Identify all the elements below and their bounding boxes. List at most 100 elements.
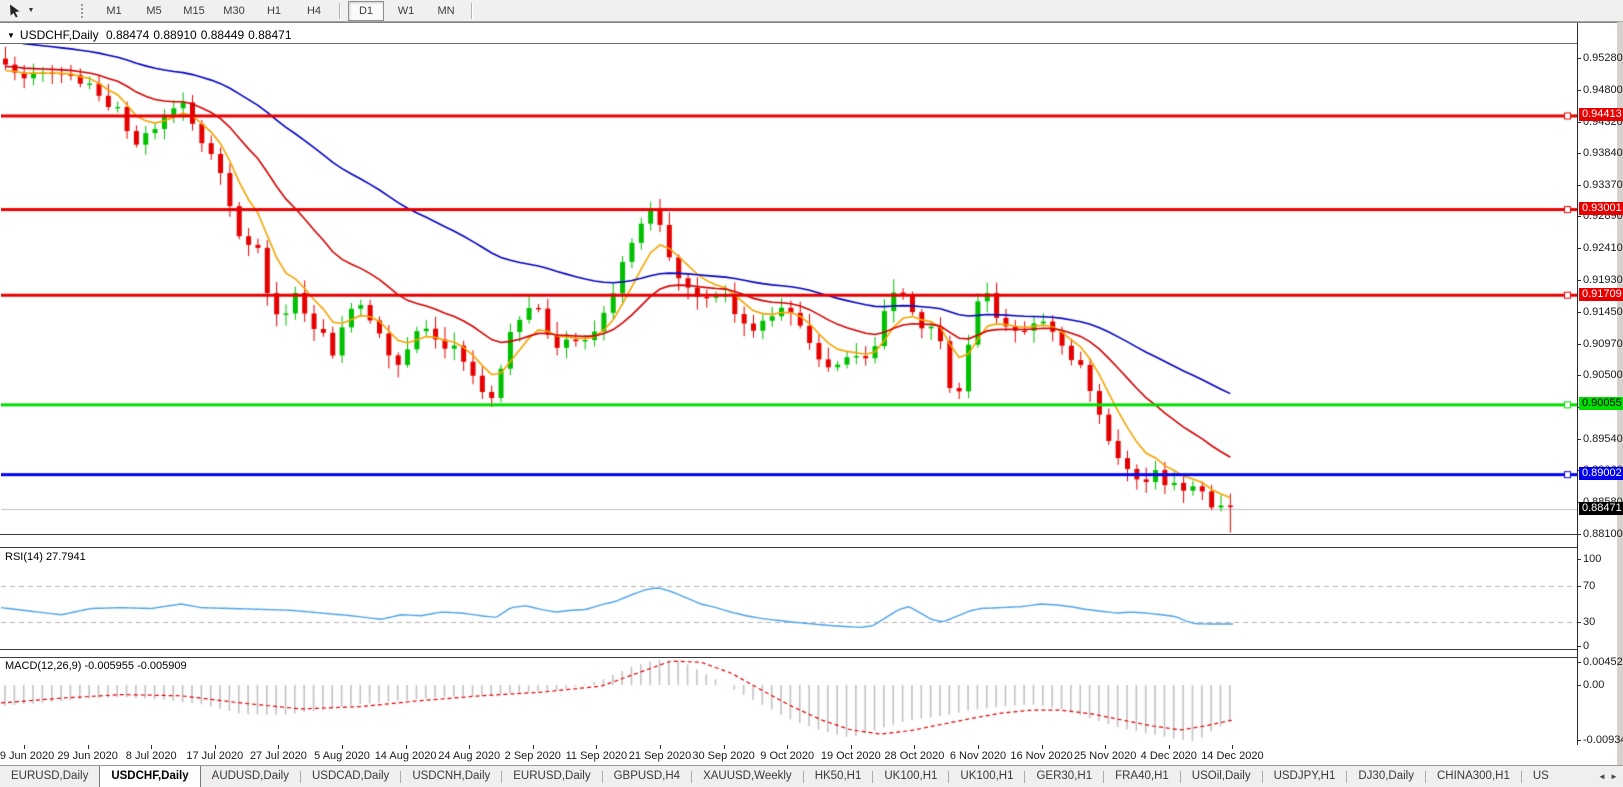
tab-china300-h1[interactable]: CHINA300,H1 — [1426, 766, 1521, 787]
date-tick-mark — [469, 745, 470, 749]
timeframe-button-mn[interactable]: MN — [428, 1, 464, 21]
tab-scroll-left-button[interactable]: ◄ — [1596, 772, 1608, 781]
chart-window: ▼USDCHF,Daily 0.884740.889100.884490.884… — [0, 22, 1617, 746]
macd-tick-mark — [1577, 740, 1581, 741]
cursor-tool-dropdown-caret[interactable]: ▼ — [25, 7, 37, 14]
tab-uk100-h1[interactable]: UK100,H1 — [873, 766, 948, 787]
tab-usdjpy-h1[interactable]: USDJPY,H1 — [1263, 766, 1347, 787]
date-tick-mark — [787, 745, 788, 749]
price-tick-mark — [1577, 375, 1581, 376]
date-tick-mark — [342, 745, 343, 749]
timeframe-button-m15[interactable]: M15 — [176, 1, 212, 21]
price-tick-mark — [1577, 248, 1581, 249]
price-tick-label: 0.91450 — [1583, 306, 1623, 318]
price-level-badge: 0.90055 — [1579, 397, 1623, 410]
date-label: 14 Dec 2020 — [1190, 750, 1274, 762]
price-tick-label: 0.91930 — [1583, 274, 1623, 286]
price-tick-mark — [1577, 153, 1581, 154]
chart-symbol-label: USDCHF,Daily — [20, 28, 99, 42]
price-tick-label: 0.90500 — [1583, 369, 1623, 381]
timeframe-button-h1[interactable]: H1 — [256, 1, 292, 21]
date-axis: 19 Jun 202029 Jun 20208 Jul 202017 Jul 2… — [0, 745, 1617, 765]
date-tick-mark — [151, 745, 152, 749]
date-tick-mark — [914, 745, 915, 749]
chart-tab-bar: EURUSD,DailyUSDCHF,DailyAUDUSD,DailyUSDC… — [0, 765, 1623, 787]
timeframe-button-h4[interactable]: H4 — [296, 1, 332, 21]
date-tick-mark — [406, 745, 407, 749]
tab-fra40-h1[interactable]: FRA40,H1 — [1104, 766, 1180, 787]
tab-usdcnh-daily[interactable]: USDCNH,Daily — [401, 766, 501, 787]
tab-us[interactable]: US — [1522, 766, 1549, 787]
price-axis: 0.952800.948000.943200.938400.933700.928… — [1577, 23, 1617, 745]
toolbar-separator — [339, 3, 341, 19]
price-level-badge: 0.89002 — [1579, 467, 1623, 480]
rsi-tick-label: 0 — [1583, 640, 1589, 652]
rsi-tick-label: 30 — [1583, 616, 1595, 628]
tab-hk50-h1[interactable]: HK50,H1 — [804, 766, 873, 787]
timeframe-button-d1[interactable]: D1 — [348, 1, 384, 21]
tab-gbpusd-h4[interactable]: GBPUSD,H4 — [603, 766, 691, 787]
macd-indicator-canvas[interactable] — [1, 658, 1577, 745]
price-tick-mark — [1577, 122, 1581, 123]
price-tick-label: 0.89540 — [1583, 433, 1623, 445]
macd-tick-mark — [1577, 662, 1581, 663]
rsi-tick-mark — [1577, 559, 1581, 560]
tab-scroll-right-button[interactable]: ► — [1608, 772, 1620, 781]
tab-audusd-daily[interactable]: AUDUSD,Daily — [201, 766, 300, 787]
macd-pane-top-border[interactable] — [0, 657, 1577, 658]
timeframe-button-group: M1M5M15M30H1H4 D1W1MN — [94, 1, 478, 21]
date-tick-mark — [1042, 745, 1043, 749]
toolbar: ▼ M1M5M15M30H1H4 D1W1MN — [0, 0, 1623, 22]
chart-collapse-caret-icon[interactable]: ▼ — [7, 31, 15, 40]
timeframe-button-m30[interactable]: M30 — [216, 1, 252, 21]
ohlc-close-value: 0.88471 — [248, 28, 291, 42]
cursor-arrow-icon — [8, 4, 21, 18]
cursor-tool-button[interactable] — [3, 2, 25, 20]
rsi-name: RSI(14) — [5, 551, 43, 563]
price-tick-label: 0.88100 — [1583, 528, 1623, 540]
current-price-badge: 0.88471 — [1579, 502, 1623, 515]
timeframe-button-m1[interactable]: M1 — [96, 1, 132, 21]
date-tick-mark — [1105, 745, 1106, 749]
tab-eurusd-daily[interactable]: EURUSD,Daily — [0, 766, 99, 787]
ohlc-low-value: 0.88449 — [201, 28, 244, 42]
macd-tick-label: 0.004527 — [1583, 656, 1623, 668]
tab-ger30-h1[interactable]: GER30,H1 — [1025, 766, 1103, 787]
date-tick-mark — [660, 745, 661, 749]
price-tick-mark — [1577, 280, 1581, 281]
price-level-badge: 0.91709 — [1579, 288, 1623, 301]
price-level-badge: 0.93001 — [1579, 202, 1623, 215]
macd-current-values: -0.005955 -0.005909 — [84, 660, 186, 672]
macd-tick-mark — [1577, 685, 1581, 686]
price-tick-mark — [1577, 90, 1581, 91]
chart-title: ▼USDCHF,Daily 0.884740.889100.884490.884… — [7, 28, 296, 42]
timeframe-button-w1[interactable]: W1 — [388, 1, 424, 21]
price-tick-mark — [1577, 439, 1581, 440]
tab-usdchf-daily[interactable]: USDCHF,Daily — [99, 766, 200, 787]
date-tick-mark — [278, 745, 279, 749]
tab-usdcad-daily[interactable]: USDCAD,Daily — [301, 766, 400, 787]
date-tick-mark — [533, 745, 534, 749]
tab-eurusd-daily[interactable]: EURUSD,Daily — [502, 766, 601, 787]
tab-uk100-h1[interactable]: UK100,H1 — [949, 766, 1024, 787]
price-tick-label: 0.93370 — [1583, 179, 1623, 191]
price-level-badge: 0.94413 — [1579, 108, 1623, 121]
rsi-indicator-canvas[interactable] — [1, 548, 1577, 649]
macd-tick-label: 0.00 — [1583, 679, 1604, 691]
macd-label: MACD(12,26,9) -0.005955 -0.005909 — [5, 660, 187, 672]
macd-name: MACD(12,26,9) — [5, 660, 81, 672]
price-tick-label: 0.92410 — [1583, 242, 1623, 254]
tab-dj30-daily[interactable]: DJ30,Daily — [1347, 766, 1425, 787]
timeframe-button-m5[interactable]: M5 — [136, 1, 172, 21]
price-chart-canvas[interactable] — [1, 44, 1577, 534]
rsi-tick-label: 100 — [1583, 553, 1601, 565]
tab-xauusd-weekly[interactable]: XAUUSD,Weekly — [692, 766, 803, 787]
price-tick-mark — [1577, 312, 1581, 313]
date-tick-mark — [851, 745, 852, 749]
price-tick-mark — [1577, 216, 1581, 217]
rsi-pane-top-border[interactable] — [0, 547, 1577, 548]
toolbar-grip-handle[interactable] — [81, 4, 86, 18]
rsi-pane-bottom-border — [0, 649, 1577, 650]
tab-usoil-daily[interactable]: USOil,Daily — [1181, 766, 1262, 787]
date-tick-mark — [1232, 745, 1233, 749]
